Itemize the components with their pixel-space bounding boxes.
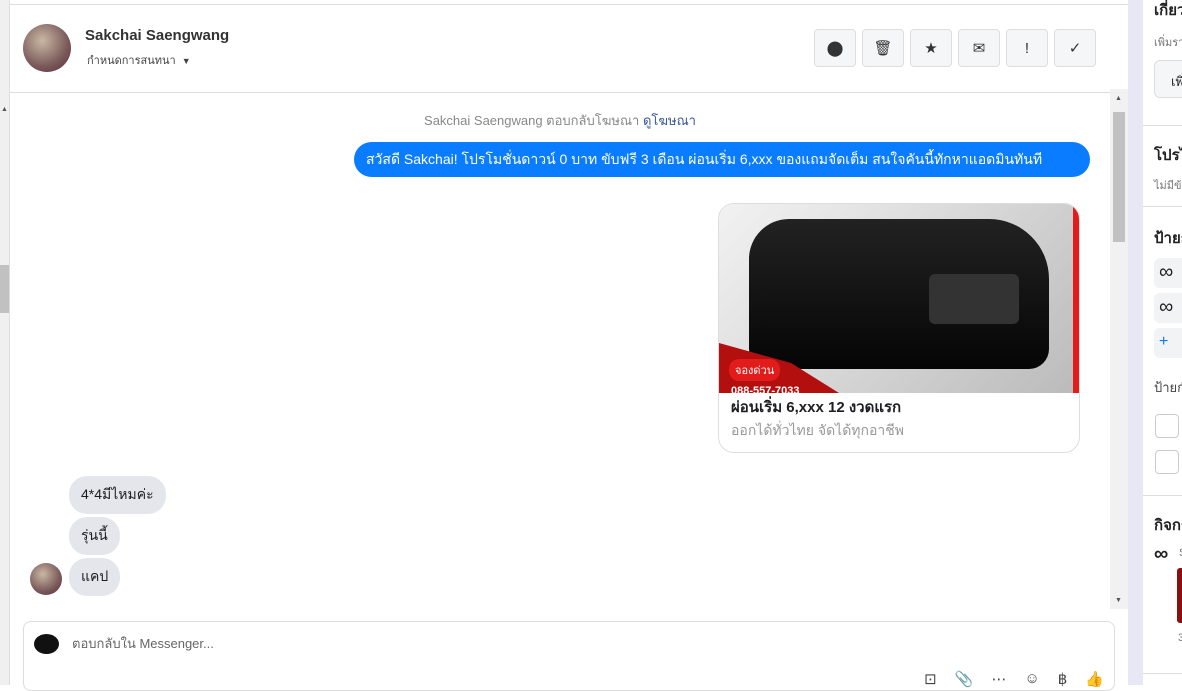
scroll-up-icon[interactable]: ▲: [1, 106, 8, 113]
follow-up-button[interactable]: !: [1006, 29, 1048, 67]
caret-down-icon: ▼: [181, 56, 191, 66]
scroll-down-icon[interactable]: ▼: [1115, 597, 1122, 604]
conversation-settings-dropdown[interactable]: กำหนดการสนทนา ▼: [87, 51, 191, 69]
star-button[interactable]: ★: [910, 29, 952, 67]
scroll-up-icon[interactable]: ▲: [1115, 95, 1122, 102]
view-ad-link[interactable]: ดูโฆษณา: [643, 113, 696, 128]
left-scrollbar[interactable]: ▲: [0, 0, 10, 685]
ad-reply-notice: Sakchai Saengwang ตอบกลับโฆษณา ดูโฆษณา: [10, 110, 1110, 131]
incoming-message: 4*4มีไหมค่ะ: [69, 476, 166, 514]
about-hint: เพิ่มรายละเอียด: [1154, 37, 1182, 49]
scrollbar-thumb[interactable]: [0, 265, 9, 313]
mark-spam-button[interactable]: ⬤: [814, 29, 856, 67]
profile-heading: โปรไฟล์: [1154, 147, 1182, 164]
divider-strip: [1128, 0, 1143, 685]
meta-icon: ∞: [1154, 543, 1169, 565]
like-icon[interactable]: 👍: [1085, 670, 1104, 688]
page-avatar: [34, 634, 59, 654]
emoji-icon[interactable]: ☺: [1024, 670, 1039, 688]
contact-details-panel: เกี่ยว เพิ่มรายละเอียด เพิ่ม โปรไฟล์ ไม่…: [1143, 0, 1182, 685]
labels-subheading: ป้ายกำกับ: [1154, 380, 1182, 395]
scrollbar-thumb[interactable]: [1113, 112, 1125, 242]
meta-label-tag[interactable]: ∞: [1154, 258, 1182, 288]
activity-count: 3: [1178, 632, 1182, 644]
activity-thumbnail[interactable]: [1177, 568, 1182, 623]
reply-composer: ⊡ 📎 ⋯ ☺ ฿ 👍: [23, 621, 1115, 691]
ad-image: จองด่วน 088-557-7033: [719, 204, 1079, 397]
ad-card[interactable]: จองด่วน 088-557-7033 ผ่อนเริ่ม 6,xxx 12 …: [718, 203, 1080, 453]
mark-unread-button[interactable]: ✉: [958, 29, 1000, 67]
saved-reply-icon[interactable]: ⊡: [924, 670, 937, 688]
labels-heading: ป้ายกำกับ: [1154, 230, 1182, 247]
ad-phone: 088-557-7033: [731, 385, 800, 397]
dropdown-label: กำหนดการสนทนา: [87, 55, 176, 67]
profile-empty: ไม่มีข้อมูล: [1154, 180, 1182, 192]
incoming-message: รุ่นนี้: [69, 517, 120, 555]
contact-avatar-small: [30, 563, 62, 595]
add-label-button[interactable]: +: [1154, 328, 1182, 358]
more-icon[interactable]: ⋯: [991, 670, 1006, 688]
contact-name[interactable]: Sakchai Saengwang: [85, 27, 229, 44]
about-heading: เกี่ยว: [1154, 2, 1182, 19]
meta-label-tag[interactable]: ∞: [1154, 293, 1182, 323]
label-checkbox[interactable]: [1155, 450, 1179, 474]
conversation-header: Sakchai Saengwang กำหนดการสนทนา ▼ ⬤ 🗑 ★ ✉…: [10, 5, 1128, 93]
ad-subtitle: ออกได้ทั่วไทย จัดได้ทุกอาชีพ: [731, 422, 905, 438]
ad-badge: จองด่วน: [729, 359, 781, 381]
payment-icon[interactable]: ฿: [1058, 670, 1068, 688]
message-thread: Sakchai Saengwang ตอบกลับโฆษณา ดูโฆษณา ส…: [10, 89, 1110, 609]
label-checkbox[interactable]: [1155, 414, 1179, 438]
delete-button[interactable]: 🗑: [862, 29, 904, 67]
incoming-message: แคป: [69, 558, 121, 596]
activity-heading: กิจกรรม: [1154, 517, 1182, 534]
attach-icon[interactable]: 📎: [955, 670, 974, 688]
chat-scrollbar[interactable]: ▲ ▼: [1110, 89, 1128, 609]
outgoing-message: สวัสดี Sakchai! โปรโมชั่นดาวน์ 0 บาท ขับ…: [354, 142, 1090, 177]
add-details-button[interactable]: เพิ่ม: [1154, 60, 1182, 98]
notice-text: Sakchai Saengwang ตอบกลับโฆษณา: [424, 113, 640, 128]
contact-avatar[interactable]: [23, 24, 71, 72]
reply-input[interactable]: [72, 636, 872, 651]
mark-done-button[interactable]: ✓: [1054, 29, 1096, 67]
